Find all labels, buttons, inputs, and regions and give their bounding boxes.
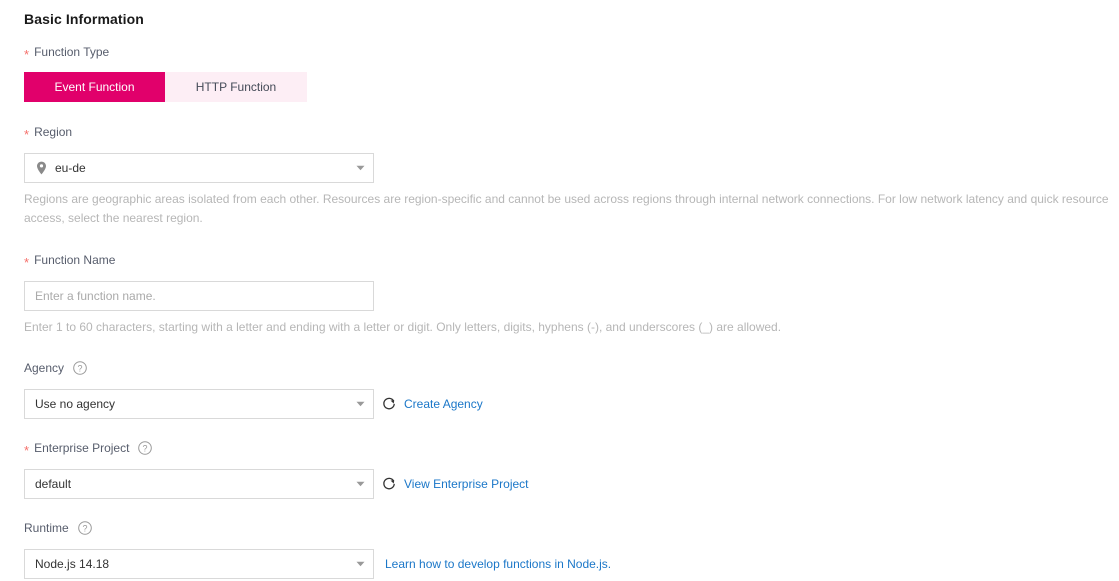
- chevron-down-icon[interactable]: [347, 401, 373, 407]
- required-asterisk: *: [24, 46, 30, 62]
- agency-actions: Create Agency: [382, 389, 483, 419]
- enterprise-project-label: * Enterprise Project ?: [24, 441, 153, 458]
- region-label: * Region: [24, 125, 73, 142]
- svg-text:?: ?: [82, 523, 87, 533]
- runtime-label: Runtime ?: [24, 521, 92, 535]
- region-value: eu-de: [55, 161, 86, 175]
- view-enterprise-project-link[interactable]: View Enterprise Project: [404, 477, 529, 491]
- function-type-option-http[interactable]: HTTP Function: [165, 72, 307, 102]
- region-select[interactable]: eu-de: [24, 153, 374, 183]
- agency-label-text: Agency: [24, 361, 65, 375]
- question-circle-icon[interactable]: ?: [77, 521, 92, 535]
- function-type-label-text: Function Type: [34, 45, 110, 59]
- runtime-select[interactable]: Node.js 14.18: [24, 549, 374, 579]
- create-function-form: Basic Information * Function Type Event …: [0, 0, 1119, 581]
- function-name-hint: Enter 1 to 60 characters, starting with …: [24, 320, 782, 334]
- page-title: Basic Information: [24, 11, 144, 27]
- enterprise-project-select[interactable]: default: [24, 469, 374, 499]
- function-type-toggle-group[interactable]: Event Function HTTP Function: [24, 72, 307, 102]
- region-label-text: Region: [34, 125, 73, 139]
- enterprise-project-label-text: Enterprise Project: [34, 441, 130, 455]
- function-type-label: * Function Type: [24, 45, 110, 62]
- runtime-learn-link[interactable]: Learn how to develop functions in Node.j…: [385, 557, 611, 571]
- required-asterisk: *: [24, 126, 30, 142]
- runtime-actions: Learn how to develop functions in Node.j…: [385, 549, 611, 579]
- chevron-down-icon[interactable]: [347, 481, 373, 487]
- function-name-placeholder: Enter a function name.: [35, 289, 156, 303]
- enterprise-project-actions: View Enterprise Project: [382, 469, 529, 499]
- refresh-icon[interactable]: [382, 477, 396, 491]
- svg-text:?: ?: [78, 363, 83, 373]
- enterprise-project-value: default: [35, 477, 72, 491]
- svg-text:?: ?: [143, 443, 148, 453]
- agency-value: Use no agency: [35, 397, 116, 411]
- location-pin-icon: [35, 161, 47, 175]
- runtime-value: Node.js 14.18: [35, 557, 110, 571]
- agency-select[interactable]: Use no agency: [24, 389, 374, 419]
- required-asterisk: *: [24, 442, 30, 458]
- required-asterisk: *: [24, 254, 30, 270]
- refresh-icon[interactable]: [382, 397, 396, 411]
- function-type-option-event[interactable]: Event Function: [24, 72, 165, 102]
- function-name-label: * Function Name: [24, 253, 116, 270]
- function-name-input[interactable]: Enter a function name.: [24, 281, 374, 311]
- region-hint: Regions are geographic areas isolated fr…: [24, 192, 1109, 225]
- chevron-down-icon[interactable]: [347, 165, 373, 171]
- agency-label: Agency ?: [24, 361, 87, 375]
- question-circle-icon[interactable]: ?: [73, 361, 87, 375]
- question-circle-icon[interactable]: ?: [138, 441, 153, 455]
- create-agency-link[interactable]: Create Agency: [404, 397, 483, 411]
- runtime-label-text: Runtime: [24, 521, 69, 535]
- chevron-down-icon[interactable]: [347, 561, 373, 567]
- function-name-label-text: Function Name: [34, 253, 116, 267]
